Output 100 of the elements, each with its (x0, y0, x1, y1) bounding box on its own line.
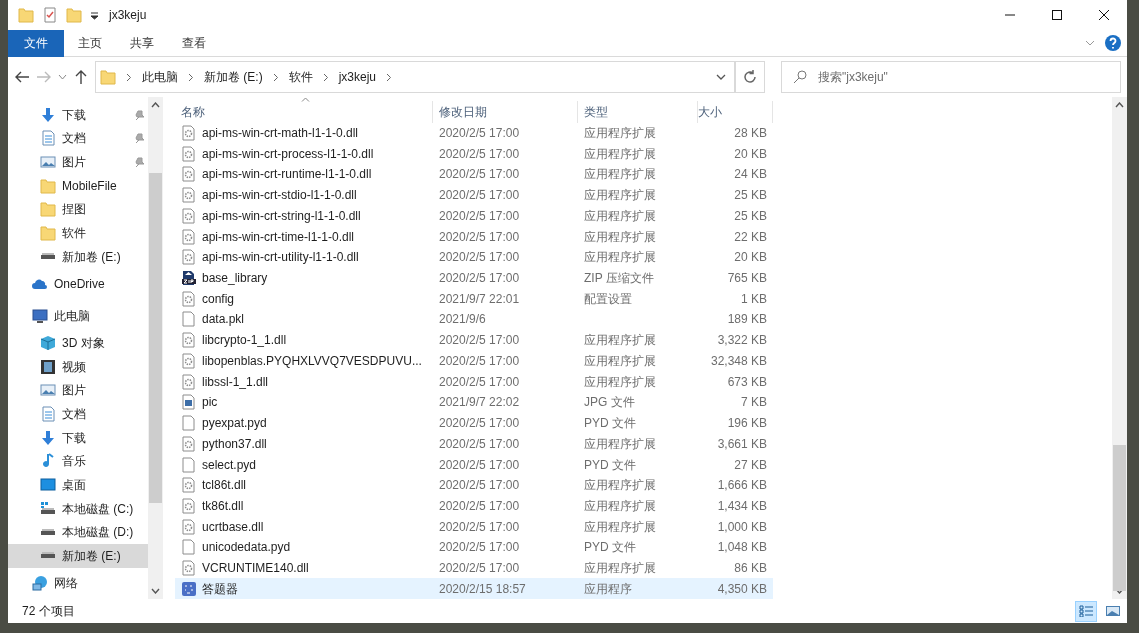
nav-item[interactable]: 文档 (8, 126, 148, 151)
nav-item[interactable]: 本地磁盘 (D:) (8, 520, 148, 544)
file-size: 86 KB (734, 561, 767, 576)
nav-item[interactable]: 音乐 (8, 449, 148, 474)
file-row[interactable]: 答题器 2020/2/15 18:57 应用程序 4,350 KB (175, 578, 773, 600)
folder-icon (40, 201, 56, 218)
file-row[interactable]: pic 2021/9/7 22:02 JPG 文件 7 KB (175, 392, 773, 413)
details-view-button[interactable] (1075, 600, 1097, 622)
file-row[interactable]: libcrypto-1_1.dll 2020/2/5 17:00 应用程序扩展 3,322 KB (175, 329, 773, 351)
breadcrumb-link[interactable]: jx3keju (338, 68, 377, 86)
file-row[interactable]: config 2021/9/7 22:01 配置设置 1 KB (175, 288, 773, 310)
nav-item[interactable]: 桌面 (8, 473, 148, 497)
file-row[interactable]: python37.dll 2020/2/5 17:00 应用程序扩展 3,661 KB (175, 433, 773, 455)
column-header[interactable]: 类型 (578, 100, 698, 123)
file-row[interactable]: unicodedata.pyd 2020/2/5 17:00 PYD 文件 1,048 KB (175, 537, 773, 558)
address-bar[interactable]: 此电脑 新加卷 (E:) 软件 jx3keju (95, 61, 736, 93)
file-type: 应用程序扩展 (584, 436, 656, 451)
nav-item[interactable]: 3D 对象 (8, 331, 148, 355)
folder-icon (100, 69, 116, 85)
dll-file-icon (181, 187, 197, 204)
nav-item[interactable]: OneDrive (8, 268, 148, 300)
file-row[interactable]: libssl-1_1.dll 2020/2/5 17:00 应用程序扩展 673 KB (175, 371, 773, 392)
breadcrumb-link[interactable]: 新加卷 (E:) (204, 68, 263, 86)
file-size: 20 KB (734, 250, 767, 265)
dropdown-caret-icon[interactable] (90, 10, 99, 20)
file-row[interactable]: api-ms-win-crt-process-l1-1-0.dll 2020/2/5 17:00 应用程序扩展 20 KB (175, 143, 773, 165)
file-name: data.pkl (202, 311, 245, 329)
scrollbar-thumb[interactable] (149, 173, 162, 503)
nav-item[interactable]: 软件 (8, 221, 148, 245)
scrollbar[interactable] (148, 97, 163, 599)
ribbon-tab[interactable]: 主页 (64, 29, 116, 57)
refresh-button[interactable] (735, 61, 765, 93)
forward-arrow-icon[interactable] (36, 69, 52, 85)
scrollbar-thumb[interactable] (1113, 445, 1126, 591)
document-icon (40, 406, 56, 423)
nav-item[interactable]: 新加卷 (E:) (8, 543, 148, 568)
new-folder-icon[interactable] (66, 7, 82, 23)
expand-ribbon-icon[interactable] (1085, 40, 1095, 46)
breadcrumb-link[interactable]: 软件 (288, 68, 313, 86)
file-row[interactable]: base_library 2020/2/5 17:00 ZIP 压缩文件 765 KB (175, 267, 773, 289)
file-row[interactable]: api-ms-win-crt-string-l1-1-0.dll 2020/2/5 17:00 应用程序扩展 25 KB (175, 205, 773, 227)
blank-file-icon (181, 539, 197, 556)
column-header[interactable]: 名称 (175, 100, 433, 123)
nav-item[interactable]: MobileFile (8, 173, 148, 198)
file-row[interactable]: ucrtbase.dll 2020/2/5 17:00 应用程序扩展 1,000 KB (175, 516, 773, 537)
nav-item[interactable]: 此电脑 (8, 299, 148, 332)
file-name: api-ms-win-crt-runtime-l1-1-0.dll (202, 166, 372, 184)
close-icon (1098, 10, 1109, 20)
modified-date: 2020/2/5 17:00 (439, 250, 520, 265)
back-arrow-icon[interactable] (14, 69, 30, 85)
file-size: 24 KB (734, 167, 767, 182)
file-row[interactable]: VCRUNTIME140.dll 2020/2/5 17:00 应用程序扩展 86 KB (175, 557, 773, 579)
scrollbar[interactable] (1112, 97, 1127, 599)
file-row[interactable]: api-ms-win-crt-utility-l1-1-0.dll 2020/2/5 17:00 应用程序扩展 20 KB (175, 246, 773, 268)
nav-item[interactable]: 下载 (8, 425, 148, 450)
nav-item[interactable]: 视频 (8, 354, 148, 379)
up-arrow-icon[interactable] (73, 69, 89, 85)
file-row[interactable]: libopenblas.PYQHXLVVQ7VESDPUVU... 2020/2/5 17:00 应用程序扩展 32,348 KB (175, 350, 773, 372)
file-type: 应用程序扩展 (584, 229, 656, 244)
nav-item[interactable]: 下载 (8, 103, 148, 127)
nav-item[interactable]: 新加卷 (E:) (8, 244, 148, 269)
ribbon-tab[interactable]: 文件 (8, 29, 64, 57)
file-row[interactable]: api-ms-win-crt-stdio-l1-1-0.dll 2020/2/5 17:00 应用程序扩展 25 KB (175, 184, 773, 206)
column-header[interactable]: 大小 (698, 100, 773, 123)
address-dropdown-icon[interactable] (716, 74, 727, 80)
nav-item[interactable]: 文档 (8, 402, 148, 426)
nav-item[interactable]: 图片 (8, 378, 148, 403)
dll-file-icon (181, 518, 197, 535)
ribbon-tab[interactable]: 查看 (168, 29, 220, 57)
maximize-icon (1051, 10, 1062, 20)
breadcrumb-chevron-icon (188, 72, 194, 82)
file-row[interactable]: api-ms-win-crt-math-l1-1-0.dll 2020/2/5 17:00 应用程序扩展 28 KB (175, 122, 773, 144)
file-type: 应用程序扩展 (584, 478, 656, 493)
properties-icon[interactable] (42, 7, 58, 23)
ribbon-tab[interactable]: 共享 (116, 29, 168, 57)
nav-item[interactable]: 捏图 (8, 197, 148, 222)
column-header[interactable]: 修改日期 (433, 100, 578, 123)
file-row[interactable]: data.pkl 2021/9/6 189 KB (175, 309, 773, 330)
file-row[interactable]: api-ms-win-crt-runtime-l1-1-0.dll 2020/2/5 17:00 应用程序扩展 24 KB (175, 164, 773, 185)
file-name: api-ms-win-crt-math-l1-1-0.dll (202, 125, 359, 142)
file-name: libssl-1_1.dll (202, 373, 269, 391)
help-icon[interactable] (1105, 35, 1121, 51)
file-row[interactable]: api-ms-win-crt-time-l1-1-0.dll 2020/2/5 17:00 应用程序扩展 22 KB (175, 226, 773, 247)
file-row[interactable]: select.pyd 2020/2/5 17:00 PYD 文件 27 KB (175, 454, 773, 475)
file-row[interactable]: pyexpat.pyd 2020/2/5 17:00 PYD 文件 196 KB (175, 412, 773, 434)
file-row[interactable]: tk86t.dll 2020/2/5 17:00 应用程序扩展 1,434 KB (175, 495, 773, 517)
file-row[interactable]: tcl86t.dll 2020/2/5 17:00 应用程序扩展 1,666 KB (175, 474, 773, 496)
search-field[interactable]: 搜索"jx3keju" (781, 61, 1121, 93)
recent-dropdown-icon[interactable] (58, 74, 67, 80)
modified-date: 2020/2/5 17:00 (439, 271, 520, 286)
folder-icon[interactable] (18, 7, 34, 23)
nav-item[interactable]: 网络 (8, 567, 148, 600)
file-name: base_library (202, 270, 268, 288)
modified-date: 2020/2/5 17:00 (439, 333, 520, 348)
breadcrumb-link[interactable]: 此电脑 (142, 68, 178, 86)
nav-item[interactable]: 图片 (8, 150, 148, 174)
modified-date: 2020/2/5 17:00 (439, 416, 520, 431)
nav-item[interactable]: 本地磁盘 (C:) (8, 496, 148, 521)
dll-file-icon (181, 332, 197, 349)
file-name: python37.dll (202, 435, 267, 453)
